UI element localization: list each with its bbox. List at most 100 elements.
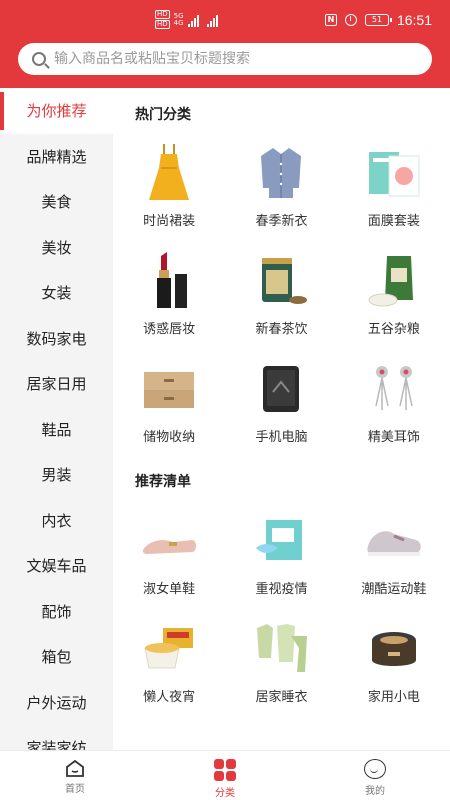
sidebar-item-entertainment-auto[interactable]: 文娱车品 bbox=[0, 543, 113, 589]
category-item[interactable]: 时尚裙装 bbox=[113, 140, 225, 248]
sidebar-item-label: 鞋品 bbox=[41, 420, 72, 439]
sidebar-item-accessories[interactable]: 配饰 bbox=[0, 589, 113, 635]
category-item[interactable]: 淑女单鞋 bbox=[113, 508, 225, 616]
tab-profile[interactable]: 我的 bbox=[300, 751, 450, 800]
sidebar-item-label: 配饰 bbox=[41, 602, 72, 621]
category-label: 新春茶饮 bbox=[255, 322, 308, 337]
category-item[interactable]: 春季新衣 bbox=[225, 140, 337, 248]
category-label: 精美耳饰 bbox=[367, 430, 420, 445]
section-title: 推荐清单 bbox=[135, 474, 191, 490]
status-bar: HD HD 5G 4G N 51 16:51 bbox=[0, 0, 450, 40]
drawer-box-icon bbox=[139, 358, 199, 418]
earrings-icon bbox=[364, 358, 424, 418]
home-icon bbox=[66, 759, 84, 777]
category-label: 家用小电 bbox=[367, 690, 420, 705]
category-icon bbox=[214, 759, 236, 781]
sidebar-item-household[interactable]: 居家日用 bbox=[0, 361, 113, 407]
sidebar-item-outdoor[interactable]: 户外运动 bbox=[0, 680, 113, 726]
category-sidebar: 为你推荐 品牌精选 美食 美妆 女装 数码家电 居家日用 鞋品 男装 内衣 文娱… bbox=[0, 88, 113, 750]
sidebar-item-home-textiles[interactable]: 家装家纺 bbox=[0, 725, 113, 750]
section-title: 热门分类 bbox=[135, 107, 191, 123]
category-label: 淑女单鞋 bbox=[143, 582, 196, 597]
noodle-bowl-icon bbox=[139, 618, 199, 678]
loafer-icon bbox=[139, 510, 199, 570]
category-item[interactable]: 懒人夜宵 bbox=[113, 616, 225, 724]
category-label: 懒人夜宵 bbox=[143, 690, 196, 705]
tab-category[interactable]: 分类 bbox=[150, 751, 300, 800]
category-label: 重视疫情 bbox=[255, 582, 308, 597]
sidebar-item-beauty[interactable]: 美妆 bbox=[0, 225, 113, 271]
sidebar-item-label: 美食 bbox=[41, 193, 72, 212]
signal-icon bbox=[187, 13, 199, 27]
battery-level: 51 bbox=[371, 15, 383, 24]
category-item[interactable]: 诱惑唇妆 bbox=[113, 248, 225, 356]
search-icon bbox=[32, 52, 46, 66]
sidebar-item-label: 品牌精选 bbox=[26, 147, 87, 166]
category-item[interactable]: 重视疫情 bbox=[225, 508, 337, 616]
category-content: 热门分类 时尚裙装 春季新衣 面膜套装 诱惑唇妆 新春茶饮 五谷杂粮 储物收纳 … bbox=[113, 88, 450, 750]
category-label: 时尚裙装 bbox=[143, 214, 196, 229]
search-bar[interactable] bbox=[18, 43, 432, 75]
category-item[interactable]: 手机电脑 bbox=[225, 356, 337, 464]
hd-tags: HD HD bbox=[155, 10, 170, 29]
sidebar-item-label: 女装 bbox=[41, 284, 72, 303]
category-label: 潮酷运动鞋 bbox=[361, 582, 427, 597]
signal-icon bbox=[206, 13, 218, 27]
category-item[interactable]: 五谷杂粮 bbox=[338, 248, 450, 356]
sidebar-item-recommended[interactable]: 为你推荐 bbox=[0, 88, 113, 134]
lipstick-icon bbox=[139, 250, 199, 310]
category-label: 居家睡衣 bbox=[255, 690, 308, 705]
sidebar-item-underwear[interactable]: 内衣 bbox=[0, 498, 113, 544]
bottom-tab-bar: 首页 分类 我的 bbox=[0, 750, 450, 800]
profile-icon bbox=[364, 759, 386, 779]
sidebar-item-brands[interactable]: 品牌精选 bbox=[0, 134, 113, 180]
category-item[interactable]: 家用小电 bbox=[338, 616, 450, 724]
sidebar-item-label: 文娱车品 bbox=[26, 557, 87, 576]
sidebar-item-label: 居家日用 bbox=[26, 375, 87, 394]
sidebar-item-label: 数码家电 bbox=[26, 329, 87, 348]
sidebar-item-label: 为你推荐 bbox=[26, 102, 87, 121]
sidebar-item-label: 家装家纺 bbox=[26, 739, 87, 750]
tea-can-icon bbox=[251, 250, 311, 310]
sidebar-item-label: 箱包 bbox=[41, 648, 72, 667]
category-item[interactable]: 潮酷运动鞋 bbox=[338, 508, 450, 616]
alarm-icon bbox=[344, 14, 357, 26]
category-item[interactable]: 精美耳饰 bbox=[338, 356, 450, 464]
category-label: 手机电脑 bbox=[255, 430, 308, 445]
system-status: N 51 16:51 bbox=[324, 12, 432, 28]
sidebar-item-food[interactable]: 美食 bbox=[0, 179, 113, 225]
sidebar-item-shoes[interactable]: 鞋品 bbox=[0, 407, 113, 453]
sidebar-item-electronics[interactable]: 数码家电 bbox=[0, 316, 113, 362]
phone-icon bbox=[251, 358, 311, 418]
rice-bag-icon bbox=[364, 250, 424, 310]
category-label: 储物收纳 bbox=[143, 430, 196, 445]
sidebar-item-mens-wear[interactable]: 男装 bbox=[0, 452, 113, 498]
sidebar-item-label: 内衣 bbox=[41, 511, 72, 530]
battery-icon: 51 bbox=[364, 14, 392, 26]
hd-tag: HD bbox=[155, 20, 170, 29]
category-label: 春季新衣 bbox=[255, 214, 308, 229]
tab-label: 我的 bbox=[365, 786, 385, 797]
recommended-list-grid: 淑女单鞋 重视疫情 潮酷运动鞋 懒人夜宵 居家睡衣 家用小电 bbox=[113, 508, 450, 724]
clock: 16:51 bbox=[396, 12, 432, 28]
hd-tag: HD bbox=[155, 10, 170, 19]
header: HD HD 5G 4G N 51 16:51 bbox=[0, 0, 450, 88]
dress-icon bbox=[139, 142, 199, 202]
sidebar-item-womens-wear[interactable]: 女装 bbox=[0, 270, 113, 316]
rice-cooker-icon bbox=[364, 618, 424, 678]
category-item[interactable]: 面膜套装 bbox=[338, 140, 450, 248]
category-item[interactable]: 新春茶饮 bbox=[225, 248, 337, 356]
category-item[interactable]: 居家睡衣 bbox=[225, 616, 337, 724]
sidebar-item-label: 美妆 bbox=[41, 238, 72, 257]
pajamas-icon bbox=[251, 618, 311, 678]
category-item[interactable]: 储物收纳 bbox=[113, 356, 225, 464]
search-input[interactable] bbox=[54, 51, 414, 67]
hot-category-grid: 时尚裙装 春季新衣 面膜套装 诱惑唇妆 新春茶饮 五谷杂粮 储物收纳 手机电脑 … bbox=[113, 140, 450, 464]
sneaker-icon bbox=[364, 510, 424, 570]
category-label: 五谷杂粮 bbox=[367, 322, 420, 337]
signal-labels: 5G 4G bbox=[174, 12, 184, 27]
sidebar-item-bags[interactable]: 箱包 bbox=[0, 634, 113, 680]
shirt-icon bbox=[251, 142, 311, 202]
sidebar-item-label: 男装 bbox=[41, 466, 72, 485]
tab-home[interactable]: 首页 bbox=[0, 751, 150, 800]
